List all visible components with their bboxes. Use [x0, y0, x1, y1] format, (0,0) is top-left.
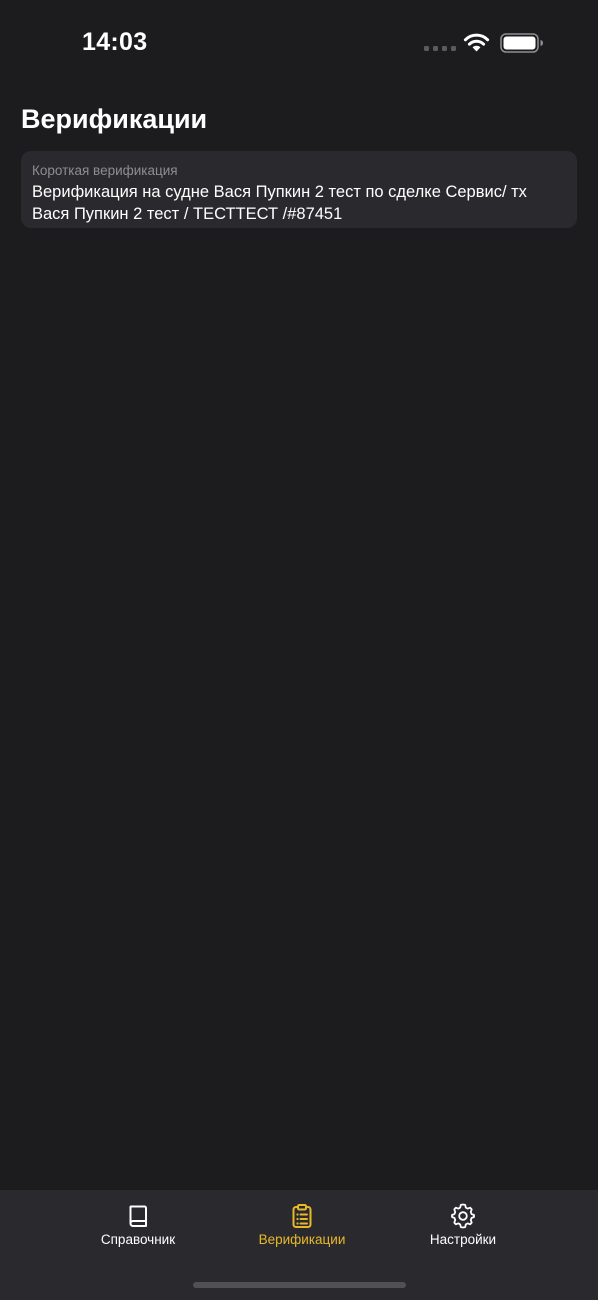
tab-verifications-label: Верификации — [258, 1232, 346, 1247]
tab-verifications[interactable]: Верификации — [232, 1202, 372, 1254]
tab-settings[interactable]: Настройки — [393, 1202, 533, 1254]
wifi-icon — [463, 33, 490, 52]
tab-reference-label: Справочник — [100, 1232, 176, 1247]
clipboard-icon — [292, 1204, 312, 1228]
gear-icon — [451, 1203, 475, 1229]
tab-reference[interactable]: Справочник — [68, 1202, 208, 1254]
tab-settings-label: Настройки — [429, 1232, 497, 1247]
verification-title: Верификация на судне Вася Пупкин 2 тест … — [32, 183, 527, 223]
status-time: 14:03 — [82, 28, 148, 56]
home-indicator — [193, 1282, 406, 1288]
cellular-signal-icon — [424, 46, 456, 51]
battery-icon — [500, 33, 543, 53]
book-icon — [129, 1205, 147, 1227]
status-bar: 14:03 — [0, 0, 598, 90]
page-title: Верификации — [21, 104, 208, 134]
verification-type-label: Короткая верификация — [32, 163, 178, 178]
verification-list-item[interactable]: Короткая верификация Верификация на судн… — [21, 151, 577, 228]
